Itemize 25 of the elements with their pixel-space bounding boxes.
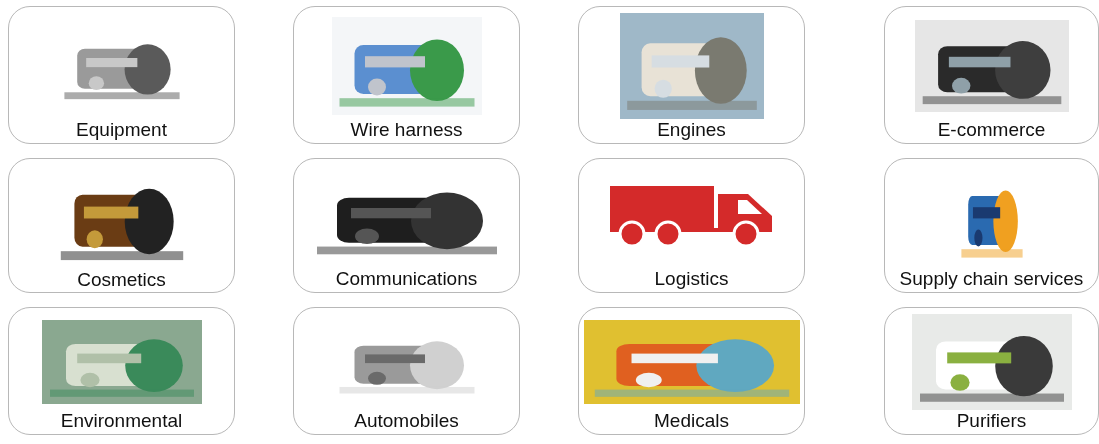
card-background[interactable]: Equipment — [8, 6, 235, 144]
tile-label: Communications — [335, 268, 478, 290]
tile-label: Environmental — [60, 410, 183, 432]
tile-label: Supply chain services — [899, 268, 1084, 290]
card-background[interactable]: Medicals — [578, 307, 805, 435]
tile-label: E-commerce — [937, 119, 1046, 141]
tile-label: Automobiles — [354, 410, 459, 432]
tile-label: Cosmetics — [77, 269, 166, 291]
card-background[interactable]: Supply chain services — [884, 158, 1099, 293]
card-background[interactable]: Communications — [293, 158, 520, 293]
tile-label: Wire harness — [350, 119, 463, 141]
card-background[interactable]: Purifiers — [884, 307, 1099, 435]
tile-label: Equipment — [76, 119, 167, 141]
tile-label: Logistics — [654, 268, 729, 290]
tile-label: Medicals — [654, 410, 729, 432]
card-background[interactable]: Logistics — [578, 158, 805, 293]
card-background[interactable]: Wire harness — [293, 6, 520, 144]
card-background[interactable]: Engines — [578, 6, 805, 144]
truck-icon — [609, 185, 774, 248]
tile-label: Engines — [657, 119, 726, 141]
card-background[interactable]: Cosmetics — [8, 158, 235, 293]
card-background[interactable]: Environmental — [8, 307, 235, 435]
tile-label: Purifiers — [956, 410, 1027, 432]
card-background[interactable]: E-commerce — [884, 6, 1099, 144]
card-background[interactable]: Automobiles — [293, 307, 520, 435]
